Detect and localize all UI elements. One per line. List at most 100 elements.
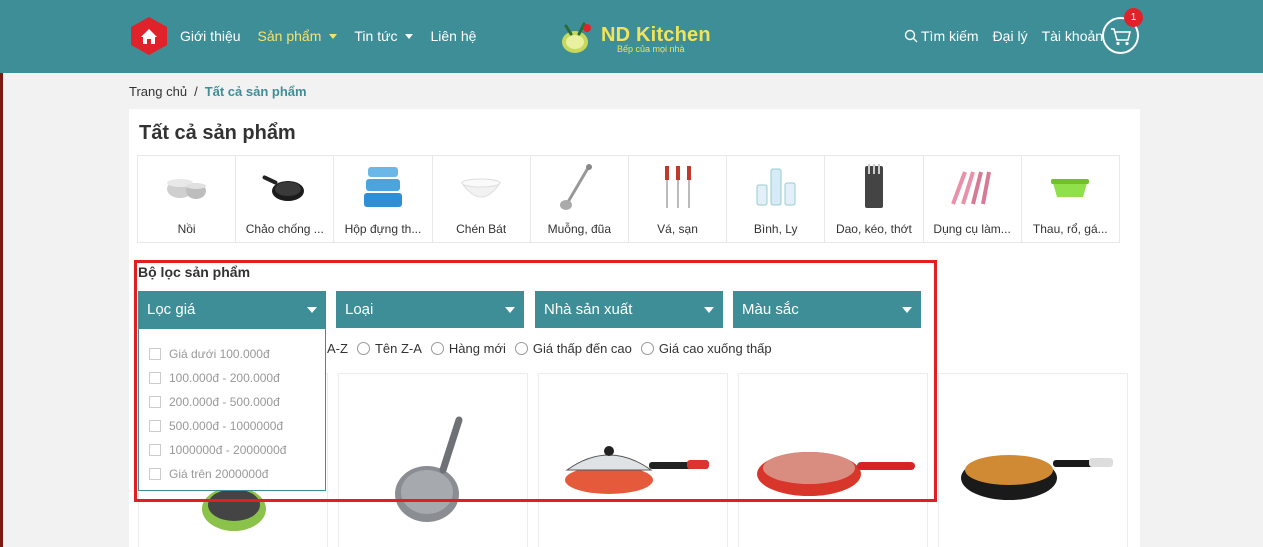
category-item[interactable]: Chảo chống ...: [235, 155, 335, 243]
category-item[interactable]: Bình, Ly: [726, 155, 826, 243]
search-label: Tìm kiếm: [921, 28, 979, 44]
checkbox[interactable]: [149, 420, 161, 432]
radio-button[interactable]: [430, 342, 444, 355]
dealer-link[interactable]: Đại lý: [993, 28, 1028, 44]
filter-label: Loại: [345, 301, 374, 318]
filter-label: Màu sắc: [742, 301, 799, 318]
sort-partial-label: A-Z: [327, 341, 348, 356]
caret-down-icon: [329, 33, 338, 39]
price-option-label: 500.000đ - 1000000đ: [169, 419, 284, 433]
price-option-label: 1000000đ - 2000000đ: [169, 443, 287, 457]
price-option[interactable]: 500.000đ - 1000000đ: [139, 414, 325, 438]
home-icon[interactable]: [129, 16, 169, 56]
utensils-icon: [664, 166, 691, 208]
site-logo[interactable]: ND Kitchen Bếp của mọi nhà: [557, 18, 717, 58]
category-label: Thau, rổ, gá...: [1032, 222, 1108, 236]
category-item[interactable]: Vá, sạn: [627, 155, 728, 243]
product-card[interactable]: [738, 373, 928, 547]
kitchen-logo-icon: [562, 22, 591, 53]
price-option[interactable]: Giá dưới 100.000đ: [139, 342, 325, 366]
filter-title: Bộ lọc sản phẩm: [138, 264, 251, 280]
page-edge-strip: [0, 73, 3, 547]
nav-item-tin-tuc[interactable]: Tin tức: [354, 28, 414, 44]
color-filter-button[interactable]: Màu sắc: [733, 291, 921, 328]
price-option-label: 200.000đ - 500.000đ: [169, 395, 280, 409]
nav-label: Sản phẩm: [257, 28, 322, 44]
price-option-label: 100.000đ - 200.000đ: [169, 371, 280, 385]
checkbox[interactable]: [149, 468, 161, 480]
checkbox[interactable]: [149, 444, 161, 456]
sort-option[interactable]: Tên Z-A: [356, 341, 422, 356]
red-pan-icon: [757, 452, 915, 496]
caret-down-icon: [505, 306, 515, 313]
search-link[interactable]: Tìm kiếm: [904, 28, 979, 44]
logo-tagline: Bếp của mọi nhà: [617, 44, 685, 54]
product-card[interactable]: [938, 373, 1128, 547]
bowl-icon: [461, 178, 502, 198]
price-option[interactable]: 1000000đ - 2000000đ: [139, 438, 325, 462]
price-option[interactable]: Giá trên 2000000đ: [139, 462, 325, 486]
product-panel: Tất cả sản phẩm Nồi Chảo chống ... Hộp đ…: [129, 109, 1140, 547]
manufacturer-filter-button[interactable]: Nhà sản xuất: [535, 291, 723, 328]
checkbox[interactable]: [149, 372, 161, 384]
search-icon: [904, 29, 918, 43]
product-card[interactable]: [538, 373, 728, 547]
category-label: Dao, kéo, thớt: [835, 222, 912, 236]
category-label: Bình, Ly: [753, 222, 798, 236]
checkbox[interactable]: [149, 396, 161, 408]
category-label: Chén Bát: [456, 222, 507, 236]
caret-down-icon: [307, 306, 317, 313]
lidded-pan-icon: [565, 446, 709, 494]
category-item[interactable]: Muỗng, đũa: [529, 155, 629, 243]
breadcrumb-current: Tất cả sản phẩm: [204, 84, 307, 99]
category-item[interactable]: Nồi: [137, 155, 237, 243]
category-item[interactable]: Hộp đựng th...: [333, 155, 433, 243]
sort-option[interactable]: Giá thấp đến cao: [514, 341, 632, 356]
product-card[interactable]: [338, 373, 528, 547]
radio-button[interactable]: [640, 342, 654, 355]
breadcrumb-home[interactable]: Trang chủ: [129, 84, 187, 99]
pan-icon: [262, 175, 304, 201]
copper-wok-icon: [961, 455, 1113, 500]
main-nav: Giới thiệu Sản phẩm Tin tức Liên hệ: [180, 0, 476, 72]
knife-icon: [864, 164, 883, 208]
nav-item-san-pham[interactable]: Sản phẩm: [258, 28, 338, 44]
category-label: Hộp đựng th...: [344, 222, 422, 236]
container-icon: [363, 167, 402, 207]
nav-item-gioi-thieu[interactable]: Giới thiệu: [180, 28, 241, 44]
sort-label: Giá cao xuống thấp: [658, 341, 772, 356]
sort-option[interactable]: Giá cao xuống thấp: [640, 341, 772, 356]
price-option[interactable]: 100.000đ - 200.000đ: [139, 366, 325, 390]
nav-label: Tin tức: [354, 28, 398, 44]
category-item[interactable]: Dụng cụ làm...: [922, 155, 1022, 243]
radio-button[interactable]: [356, 342, 370, 355]
caret-down-icon: [704, 306, 714, 313]
breadcrumb-separator: /: [194, 84, 198, 99]
sort-label: Giá thấp đến cao: [532, 341, 632, 356]
category-strip: Nồi Chảo chống ... Hộp đựng th... Chén B…: [137, 155, 1130, 243]
breadcrumb: Trang chủ / Tất cả sản phẩm: [129, 84, 307, 99]
price-filter-button[interactable]: Lọc giá: [138, 291, 326, 328]
price-option[interactable]: 200.000đ - 500.000đ: [139, 390, 325, 414]
radio-button[interactable]: [514, 342, 528, 355]
category-item[interactable]: Dao, kéo, thớt: [824, 155, 924, 243]
nav-label: Giới thiệu: [180, 28, 241, 44]
sort-label: Tên Z-A: [374, 341, 422, 356]
nav-item-lien-he[interactable]: Liên hệ: [430, 28, 476, 44]
ladle-icon: [560, 164, 593, 210]
nav-label: Liên hệ: [430, 28, 477, 44]
sort-option[interactable]: Hàng mới: [430, 341, 506, 356]
price-filter-dropdown: Giá dưới 100.000đ 100.000đ - 200.000đ 20…: [138, 328, 326, 491]
checkbox[interactable]: [149, 348, 161, 360]
site-header: Giới thiệu Sản phẩm Tin tức Liên hệ ND K…: [0, 0, 1263, 73]
pot-icon: [166, 179, 206, 199]
category-item[interactable]: Chén Bát: [431, 155, 531, 243]
filter-label: Nhà sản xuất: [544, 301, 633, 318]
cart-count-badge: 1: [1124, 8, 1143, 27]
caret-down-icon: [902, 306, 912, 313]
category-label: Vá, sạn: [657, 222, 698, 236]
account-link[interactable]: Tài khoản: [1042, 28, 1103, 44]
type-filter-button[interactable]: Loại: [336, 291, 524, 328]
filter-label: Lọc giá: [147, 301, 196, 318]
category-item[interactable]: Thau, rổ, gá...: [1020, 155, 1120, 243]
